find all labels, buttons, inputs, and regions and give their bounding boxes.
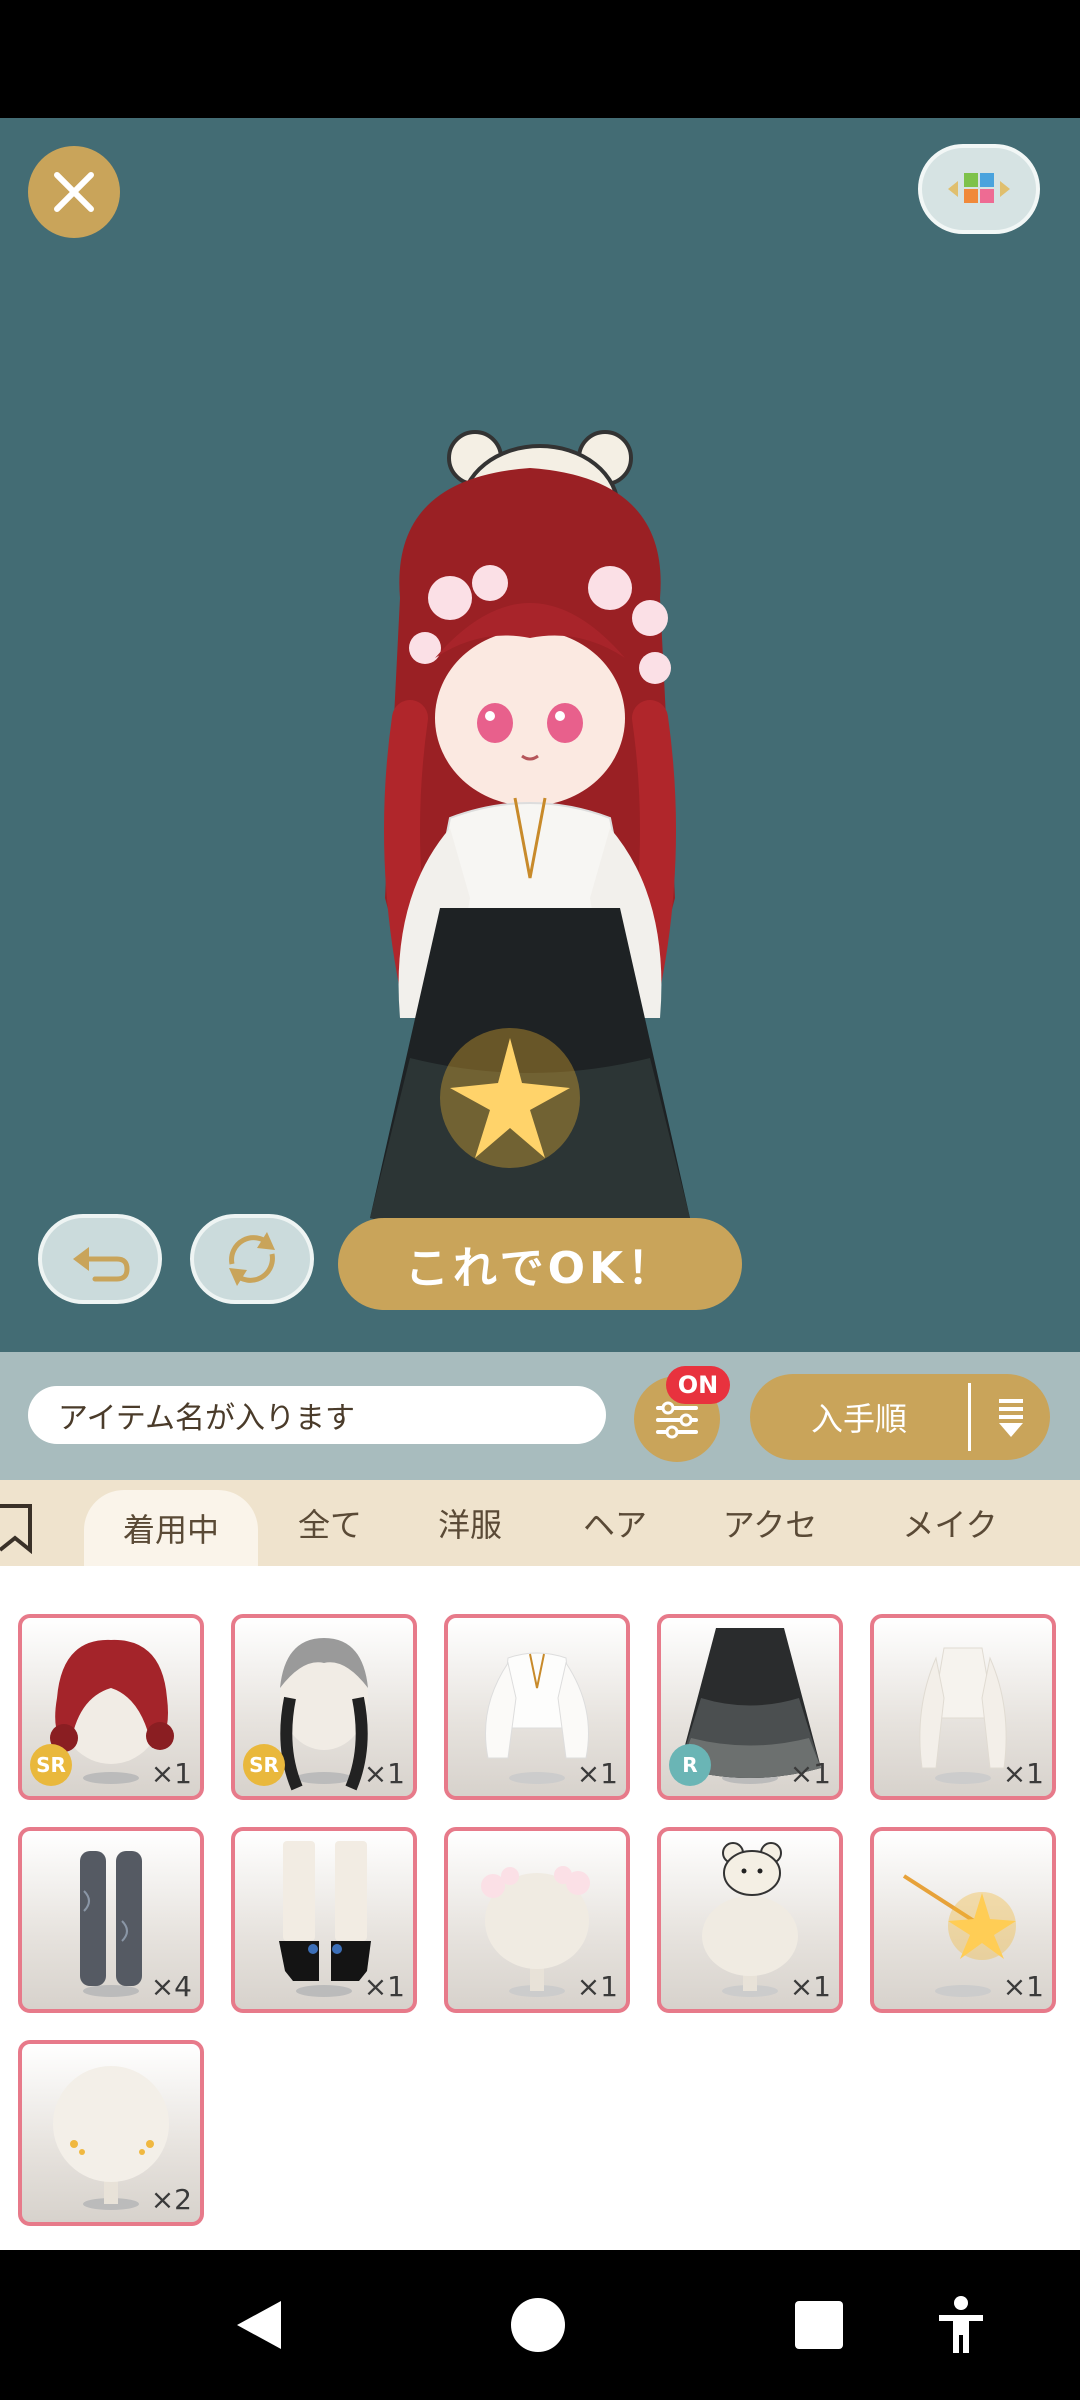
tab-all[interactable]: 全て (270, 1480, 390, 1566)
item-card-black-tulle-skirt[interactable]: R ×1 (657, 1614, 843, 1800)
home-circle-icon (511, 2298, 565, 2352)
rarity-badge: SR (30, 1744, 72, 1786)
search-panel: アイテム名が入ります ON 入手順 (0, 1352, 1080, 1480)
close-icon (54, 172, 94, 212)
item-card-star-wand[interactable]: ×1 (870, 1827, 1056, 2013)
item-quantity: ×4 (150, 1970, 192, 2003)
avatar-character (370, 430, 690, 1273)
tab-hair[interactable]: ヘア (555, 1480, 675, 1566)
item-card-bear-hat[interactable]: ×1 (657, 1827, 843, 2013)
item-quantity: ×1 (1002, 1970, 1044, 2003)
category-tabs: 着用中 全て 洋服 ヘア アクセ メイク (0, 1480, 1080, 1566)
item-quantity: ×1 (789, 1970, 831, 2003)
star-sparkle-icon (440, 1028, 580, 1168)
item-card-red-curly-hair[interactable]: SR ×1 (18, 1614, 204, 1800)
undo-button[interactable] (38, 1214, 162, 1304)
dressup-stage: これでOK！ (0, 118, 1080, 1352)
home-nav-button[interactable] (503, 2290, 573, 2360)
recents-square-icon (795, 2301, 843, 2349)
filter-on-badge: ON (666, 1366, 730, 1404)
item-quantity: ×2 (150, 2183, 192, 2216)
item-card-patterned-tights[interactable]: ×4 (18, 1827, 204, 2013)
close-button[interactable] (28, 146, 120, 238)
item-quantity: ×1 (363, 1970, 405, 2003)
item-quantity: ×1 (1002, 1757, 1044, 1790)
undo-icon (73, 1247, 130, 1282)
item-card-white-sweater[interactable]: ×1 (870, 1614, 1056, 1800)
color-palette-icon (948, 173, 1010, 203)
item-quantity: ×1 (576, 1757, 618, 1790)
refresh-icon (229, 1232, 275, 1286)
item-quantity: ×1 (789, 1757, 831, 1790)
sort-button[interactable]: 入手順 (750, 1374, 1050, 1460)
tab-makeup[interactable]: メイク (880, 1480, 1020, 1566)
refresh-button[interactable] (190, 1214, 314, 1304)
back-triangle-icon (237, 2301, 281, 2349)
accessibility-icon (939, 2296, 983, 2353)
item-card-white-blouse[interactable]: ×1 (444, 1614, 630, 1800)
item-card-cheek-makeup[interactable]: ×2 (18, 2040, 204, 2226)
accessibility-button[interactable] (926, 2290, 996, 2360)
rarity-badge: R (669, 1744, 711, 1786)
background-select-button[interactable] (918, 144, 1040, 234)
item-card-black-boots[interactable]: ×1 (231, 1827, 417, 2013)
item-quantity: ×1 (363, 1757, 405, 1790)
item-card-silver-braid-hair[interactable]: SR ×1 (231, 1614, 417, 1800)
item-grid: SR ×1 SR ×1 ×1 R ×1 ×1 ×4 ×1 ×1 ×1 ×1 ×2 (0, 1566, 1080, 2250)
tab-accessories[interactable]: アクセ (700, 1480, 840, 1566)
tab-wearing[interactable]: 着用中 (84, 1490, 258, 1566)
rarity-badge: SR (243, 1744, 285, 1786)
recents-nav-button[interactable] (784, 2290, 854, 2360)
item-quantity: ×1 (576, 1970, 618, 2003)
item-quantity: ×1 (150, 1757, 192, 1790)
sort-order-icon[interactable] (971, 1395, 1050, 1439)
item-card-flower-crown[interactable]: ×1 (444, 1827, 630, 2013)
back-nav-button[interactable] (224, 2290, 294, 2360)
sort-label: 入手順 (810, 1400, 907, 1438)
tab-clothes[interactable]: 洋服 (410, 1480, 530, 1566)
item-search-input[interactable]: アイテム名が入ります (28, 1386, 606, 1444)
confirm-ok-button[interactable]: これでOK！ (338, 1218, 742, 1310)
bookmark-icon[interactable] (0, 1502, 34, 1554)
system-navigation-bar (0, 2250, 1080, 2400)
status-bar (0, 0, 1080, 118)
